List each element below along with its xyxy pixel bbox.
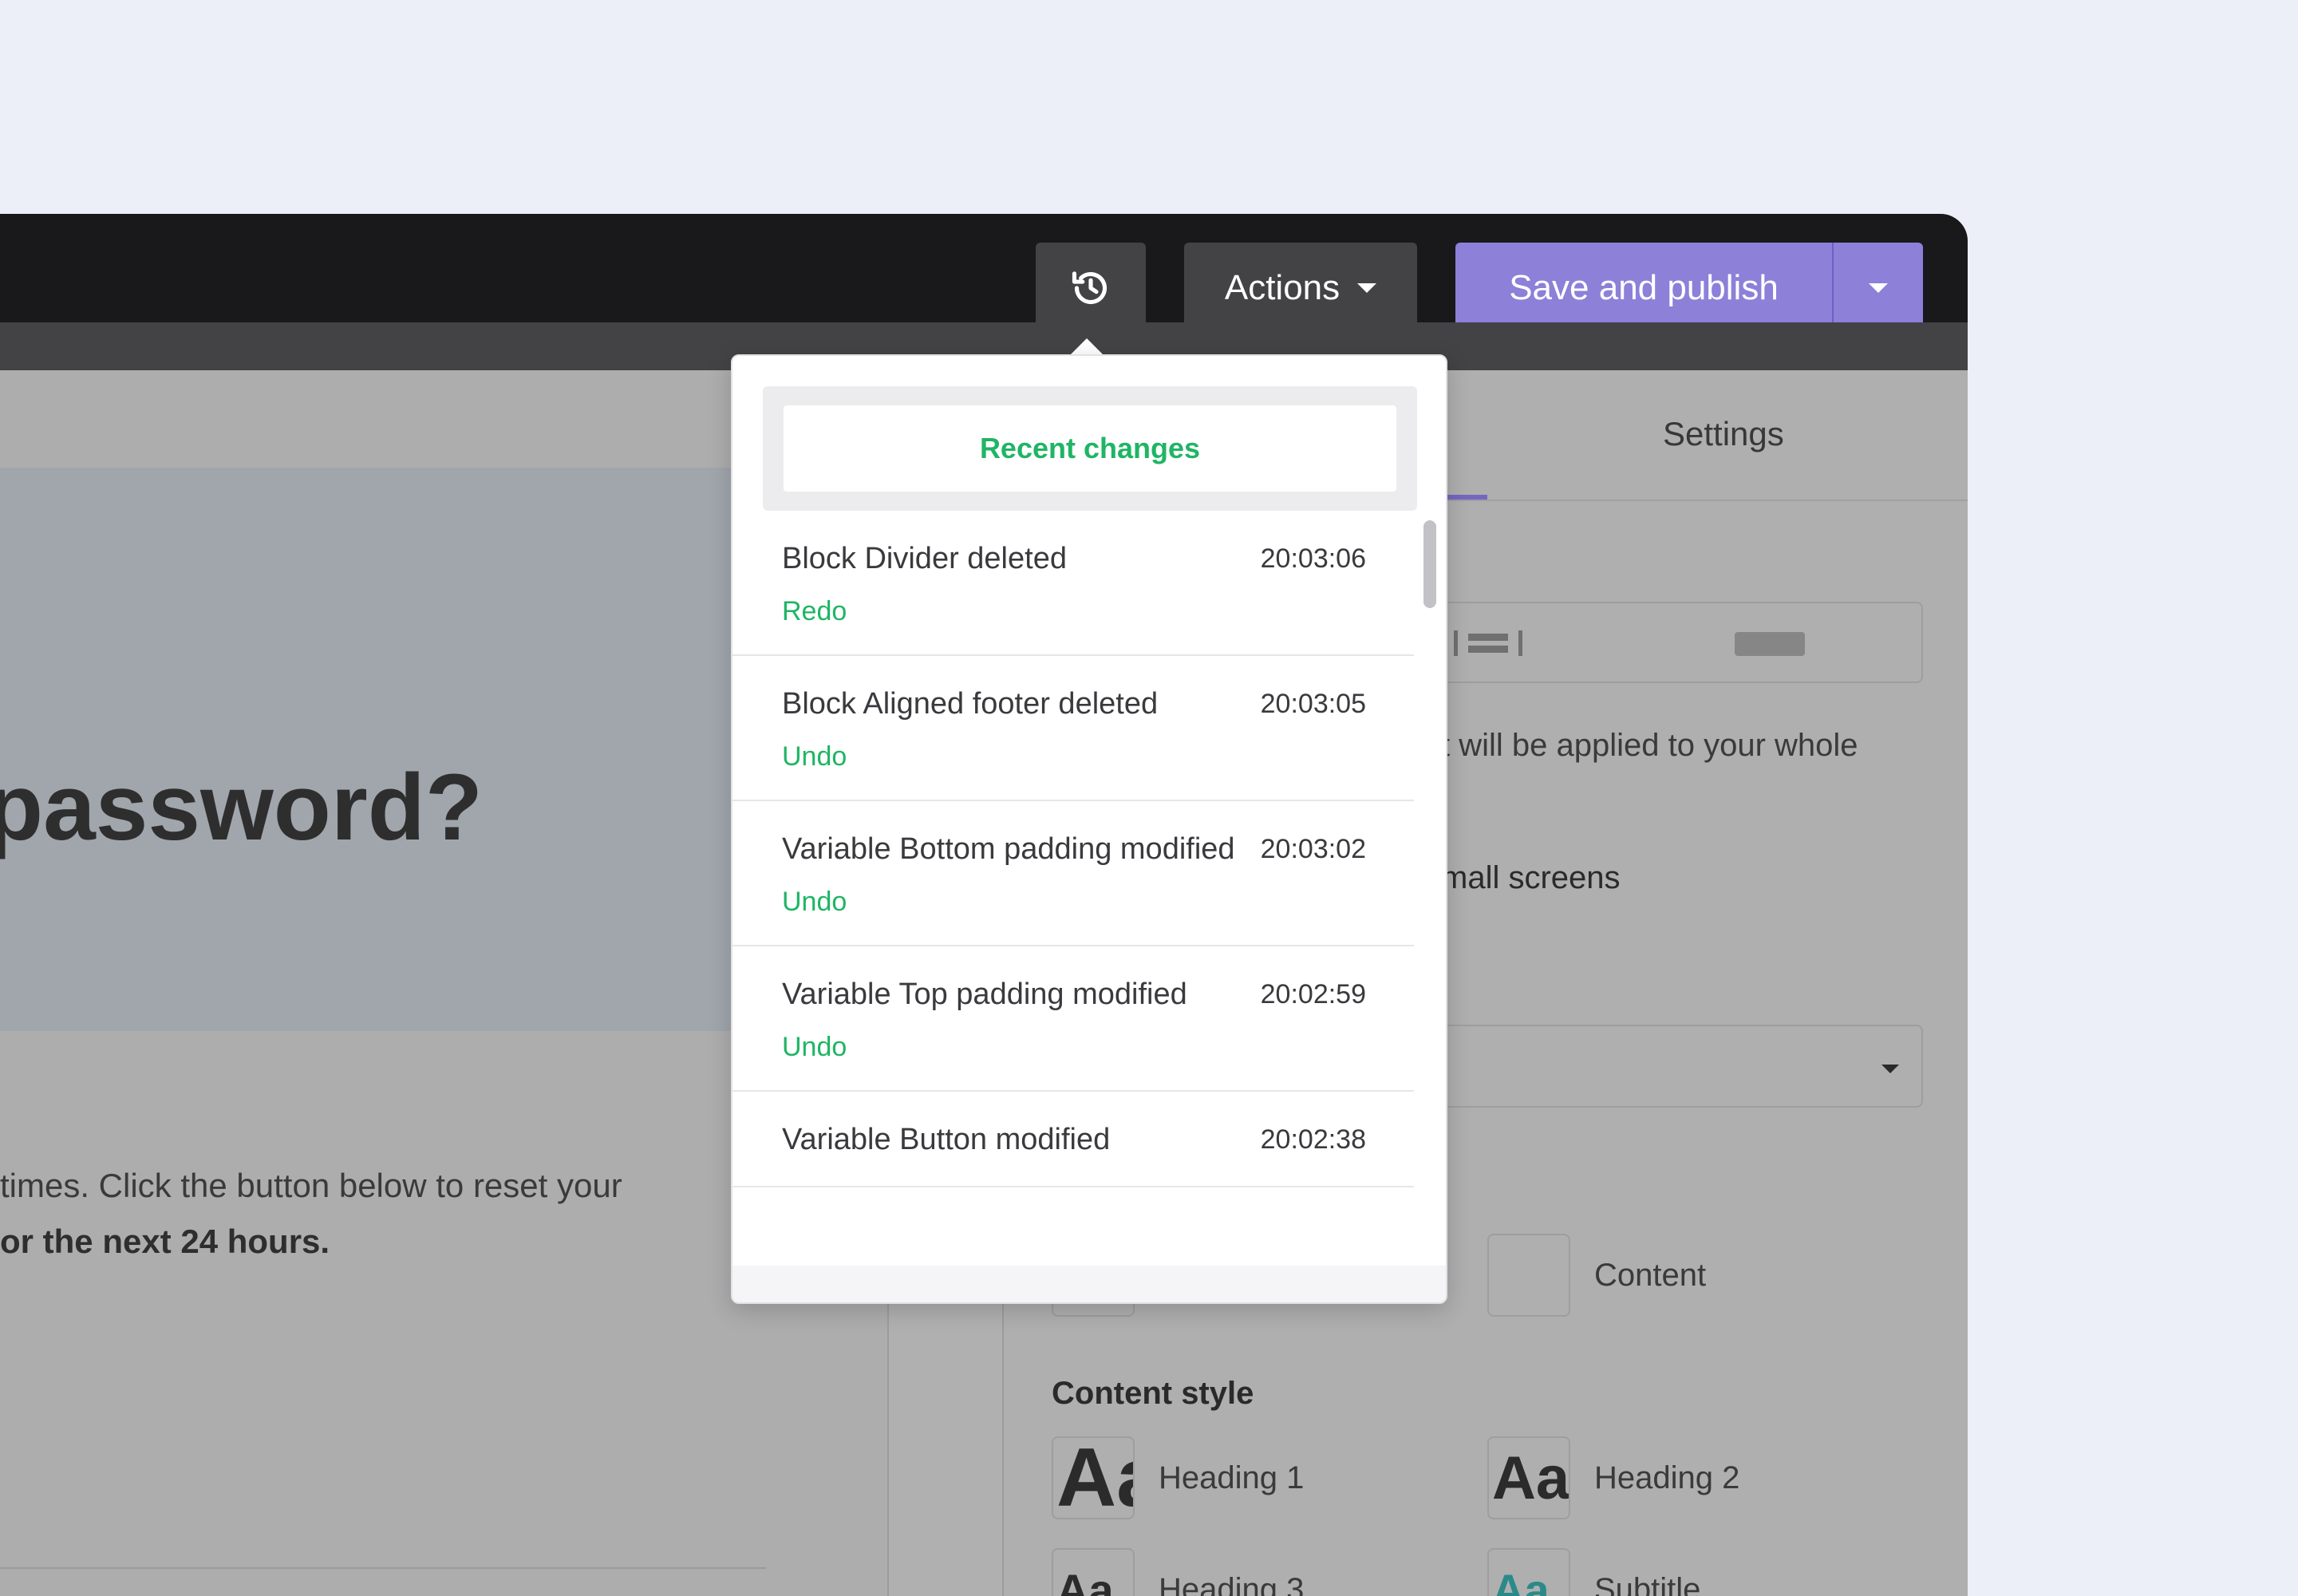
history-item: Block Aligned footer deleted 20:03:05 Un… [732,656,1414,801]
panel-help-text: t will be applied to your whole [1441,728,1858,763]
history-item: Variable Button modified 20:02:38 [732,1092,1414,1187]
history-button[interactable] [1036,243,1146,334]
canvas-body-text[interactable]: times. Click the button below to reset y… [0,1167,622,1205]
heading-3-style-tile[interactable]: Aa [1052,1548,1135,1596]
undo-link[interactable]: Undo [782,1031,1366,1063]
history-item-time: 20:02:59 [1260,979,1366,1009]
history-item-time: 20:03:06 [1260,543,1366,574]
redo-link[interactable]: Redo [782,595,1366,627]
history-item-time: 20:03:05 [1260,689,1366,719]
history-item-title: Block Aligned footer deleted [782,687,1159,721]
caret-down-icon [1869,283,1888,293]
content-style-title: Content style [1052,1376,1254,1411]
history-item: Variable Top padding modified 20:02:59 U… [732,946,1414,1092]
heading-1-style-tile[interactable]: Aa [1052,1436,1135,1519]
undo-link[interactable]: Undo [782,741,1366,772]
history-item-time: 20:03:02 [1260,834,1366,864]
history-item-title: Variable Top padding modified [782,978,1187,1011]
align-full-icon[interactable] [1735,632,1805,656]
heading-2-style-tile[interactable]: Aa [1487,1436,1570,1519]
history-item-title: Variable Bottom padding modified [782,832,1235,866]
heading-3-label: Heading 3 [1159,1572,1305,1596]
heading-2-label: Heading 2 [1594,1460,1740,1495]
subtitle-style-tile[interactable]: Aa [1487,1548,1570,1596]
heading-1-label: Heading 1 [1159,1460,1305,1495]
history-item: Variable Bottom padding modified 20:03:0… [732,801,1414,946]
align-center-icon[interactable] [1454,629,1522,658]
tab-settings[interactable]: Settings [1663,415,1784,453]
popover-footer [732,1266,1446,1302]
history-icon [1072,271,1108,305]
history-scrollbar[interactable] [1420,511,1444,1266]
canvas-banner [0,468,732,1031]
actions-label: Actions [1224,268,1340,307]
canvas-heading[interactable]: password? [0,753,483,862]
popover-tabs: Recent changes [763,386,1417,511]
popover-arrow [1069,338,1104,356]
history-item-title: Variable Button modified [782,1123,1111,1156]
undo-link[interactable]: Undo [782,886,1366,918]
content-color-label: Content [1594,1258,1707,1293]
top-toolbar: Actions Save and publish [0,214,1968,334]
subtitle-label: Subtitle [1594,1572,1701,1596]
content-color-swatch[interactable] [1487,1234,1570,1317]
history-popover: Recent changes Block Divider deleted 20:… [731,354,1447,1304]
history-item: Block Divider deleted 20:03:06 Redo [732,511,1414,656]
history-scrollbar-thumb[interactable] [1423,520,1436,608]
history-item-title: Block Divider deleted [782,542,1067,575]
caret-down-icon [1881,1065,1899,1073]
history-list[interactable]: Block Divider deleted 20:03:06 Redo Bloc… [732,511,1414,1266]
canvas-divider [0,1567,766,1569]
actions-dropdown-button[interactable]: Actions [1184,243,1417,334]
tab-recent-changes[interactable]: Recent changes [784,405,1396,492]
caret-down-icon [1357,283,1377,293]
history-item-time: 20:02:38 [1260,1124,1366,1155]
publish-options-button[interactable] [1832,243,1923,334]
publish-button-group: Save and publish [1455,243,1923,334]
small-screens-label: mall screens [1441,860,1621,895]
save-and-publish-button[interactable]: Save and publish [1455,243,1832,334]
canvas-body-text-bold[interactable]: or the next 24 hours. [0,1223,330,1261]
